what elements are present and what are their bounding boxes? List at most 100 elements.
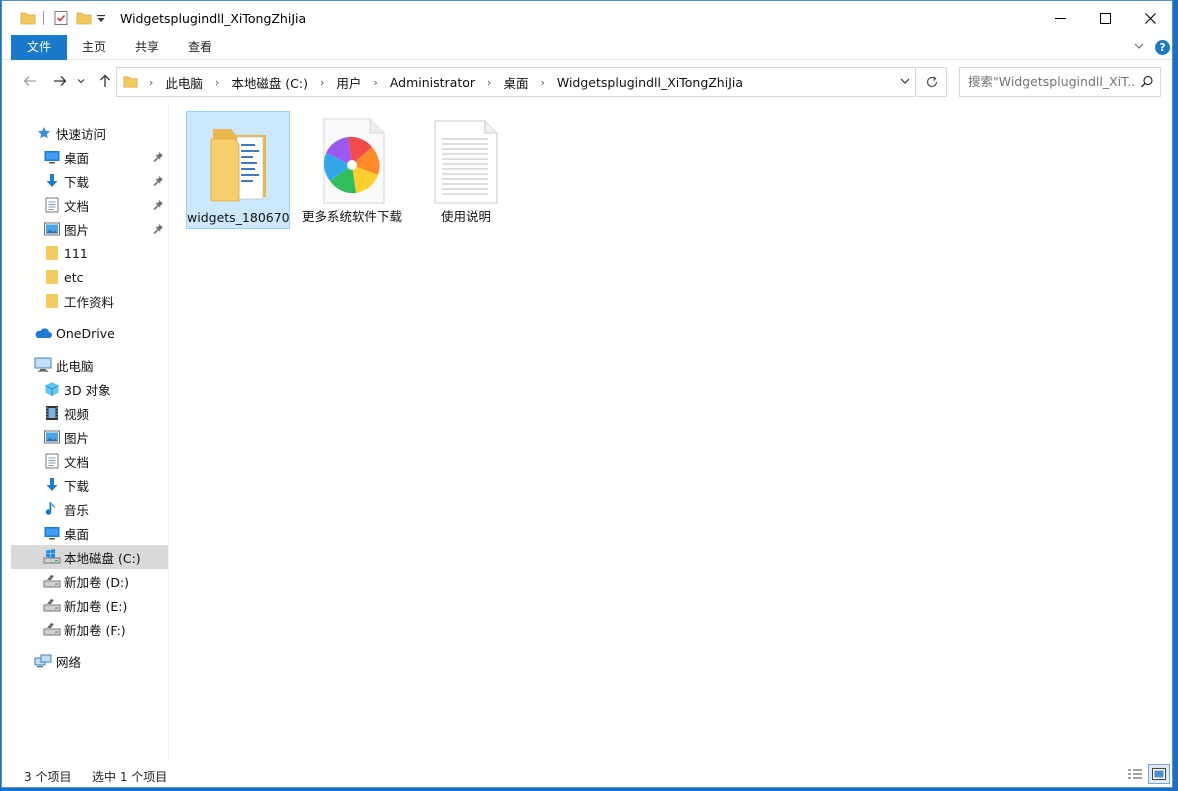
item-count: 3 个项目	[24, 770, 72, 784]
selection-count: 选中 1 个项目	[92, 770, 168, 784]
sidebar-item-etc[interactable]: etc	[11, 265, 168, 289]
breadcrumb-chevron-icon[interactable]: ›	[143, 76, 159, 89]
sidebar-item-pictures[interactable]: 图片	[11, 217, 168, 241]
breadcrumb-chevron-icon[interactable]: ›	[534, 76, 550, 89]
breadcrumb-chevron-icon[interactable]: ›	[481, 76, 497, 89]
forward-button[interactable]	[52, 73, 68, 89]
sidebar-item-music[interactable]: 音乐	[11, 497, 168, 521]
cloud-icon	[34, 324, 52, 342]
maximize-button[interactable]	[1082, 1, 1128, 35]
folder-icon	[201, 118, 277, 208]
sidebar-item-pictures-pc[interactable]: 图片	[11, 425, 168, 449]
new-folder-icon[interactable]	[76, 10, 92, 29]
sidebar-item-videos[interactable]: 视频	[11, 401, 168, 425]
pin-icon[interactable]	[153, 199, 164, 213]
sidebar-item-label: 桌面	[64, 150, 90, 166]
breadcrumb-chevron-icon[interactable]: ›	[209, 76, 225, 89]
details-view-icon[interactable]	[1126, 766, 1144, 784]
status-bar: 3 个项目 选中 1 个项目	[2, 761, 1172, 787]
pin-icon[interactable]	[153, 175, 164, 189]
music-icon	[43, 500, 61, 518]
sidebar-item-downloads[interactable]: 下载	[11, 169, 168, 193]
sidebar-quick-access[interactable]: 快速访问	[11, 121, 168, 145]
sidebar-item-volume-d[interactable]: 新加卷 (D:)	[11, 569, 168, 593]
breadcrumb-users[interactable]: 用户	[330, 73, 367, 92]
search-input[interactable]	[968, 74, 1136, 89]
system-drive-icon	[43, 548, 61, 566]
breadcrumb-chevron-icon[interactable]: ›	[367, 76, 383, 89]
close-button[interactable]	[1127, 1, 1173, 35]
customize-toolbar-icon[interactable]	[96, 13, 106, 27]
sidebar-item-label: 快速访问	[56, 126, 107, 142]
sidebar-item-volume-f[interactable]: 新加卷 (F:)	[11, 617, 168, 641]
sidebar-item-3d-objects[interactable]: 3D 对象	[11, 377, 168, 401]
sidebar-item-work-docs[interactable]: 工作资料	[11, 289, 168, 313]
sidebar-item-label: 新加卷 (D:)	[64, 574, 130, 590]
drive-icon	[43, 572, 61, 590]
sidebar-item-label: 桌面	[64, 526, 90, 542]
sidebar-item-desktop-pc[interactable]: 桌面	[11, 521, 168, 545]
search-icon[interactable]	[1140, 75, 1154, 92]
expand-ribbon-icon[interactable]	[1133, 40, 1145, 55]
sidebar-network[interactable]: 网络	[11, 649, 168, 673]
help-icon[interactable]: ?	[1155, 40, 1170, 55]
sidebar-item-local-disk-c[interactable]: 本地磁盘 (C:)	[11, 545, 168, 569]
up-button[interactable]	[97, 73, 113, 89]
sidebar-item-label: 下载	[64, 478, 90, 494]
folder-icon	[43, 244, 61, 262]
sidebar-item-label: 此电脑	[56, 358, 94, 374]
breadcrumb: › 此电脑 › 本地磁盘 (C:) › 用户 › Administrator ›…	[143, 68, 749, 96]
address-bar[interactable]: › 此电脑 › 本地磁盘 (C:) › 用户 › Administrator ›…	[116, 67, 916, 97]
refresh-button[interactable]	[917, 67, 947, 97]
pinwheel-app-icon	[314, 117, 390, 207]
sidebar-item-documents[interactable]: 文档	[11, 193, 168, 217]
address-dropdown-icon[interactable]	[898, 74, 912, 91]
tab-home[interactable]: 主页	[72, 35, 116, 60]
pin-icon[interactable]	[153, 151, 164, 165]
tab-share[interactable]: 共享	[124, 35, 170, 60]
3d-objects-icon	[43, 380, 61, 398]
sidebar-item-volume-e[interactable]: 新加卷 (E:)	[11, 593, 168, 617]
network-icon	[34, 652, 52, 670]
picture-icon	[43, 428, 61, 446]
text-file-icon	[428, 117, 504, 207]
file-item-shortcut[interactable]: 更多系统软件下载	[300, 111, 404, 229]
breadcrumb-administrator[interactable]: Administrator	[384, 75, 481, 90]
sidebar-item-label: 文档	[64, 198, 90, 214]
video-icon	[43, 404, 61, 422]
sidebar-item-label: OneDrive	[56, 325, 115, 341]
minimize-button[interactable]	[1037, 1, 1083, 35]
recent-locations-button[interactable]	[76, 73, 86, 89]
breadcrumb-this-pc[interactable]: 此电脑	[159, 73, 209, 92]
tab-file[interactable]: 文件	[11, 35, 67, 60]
large-icons-view-icon[interactable]	[1148, 764, 1170, 784]
breadcrumb-current-folder[interactable]: Widgetsplugindll_XiTongZhiJia	[551, 75, 749, 90]
sidebar-item-desktop[interactable]: 桌面	[11, 145, 168, 169]
desktop-icon	[43, 148, 61, 166]
explorer-window: Widgetsplugindll_XiTongZhiJia 文件 主页 共享 查…	[1, 0, 1173, 788]
pin-icon[interactable]	[153, 223, 164, 237]
breadcrumb-chevron-icon[interactable]: ›	[314, 76, 330, 89]
file-item-text[interactable]: 使用说明	[414, 111, 518, 229]
file-name: widgets_180670	[187, 210, 290, 225]
sidebar-item-documents-pc[interactable]: 文档	[11, 449, 168, 473]
file-name: 使用说明	[440, 209, 491, 224]
file-item-folder[interactable]: widgets_180670	[186, 111, 290, 229]
sidebar-item-111[interactable]: 111	[11, 241, 168, 265]
sidebar-onedrive[interactable]: OneDrive	[11, 321, 168, 345]
properties-icon[interactable]	[53, 10, 69, 29]
breadcrumb-local-disk[interactable]: 本地磁盘 (C:)	[225, 73, 314, 92]
sidebar-item-label: 图片	[64, 430, 90, 446]
sidebar-item-downloads-pc[interactable]: 下载	[11, 473, 168, 497]
desktop-icon	[43, 524, 61, 542]
sidebar-this-pc[interactable]: 此电脑	[11, 353, 168, 377]
folder-icon	[123, 74, 138, 92]
sidebar-item-label: 111	[64, 245, 88, 261]
star-icon	[35, 124, 53, 142]
breadcrumb-desktop[interactable]: 桌面	[497, 73, 534, 92]
sidebar-item-label: 新加卷 (F:)	[64, 622, 126, 638]
sidebar-item-label: etc	[64, 269, 84, 285]
tab-view[interactable]: 查看	[177, 35, 223, 60]
back-button[interactable]	[22, 73, 38, 89]
download-icon	[43, 172, 61, 190]
